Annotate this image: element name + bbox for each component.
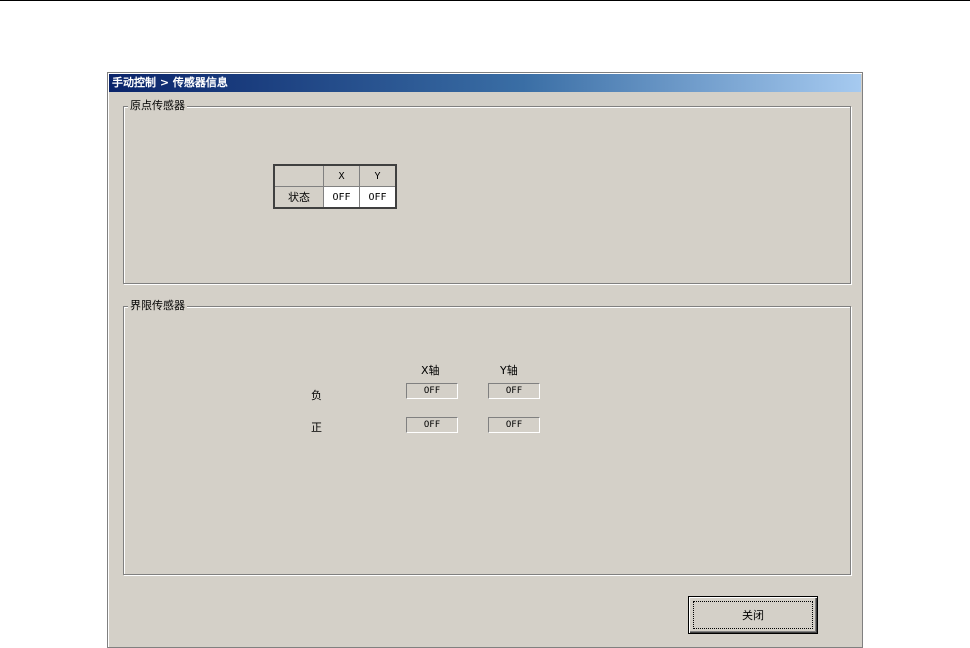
origin-sensor-table: X Y 状态 OFF OFF: [273, 164, 397, 209]
positive-label: 正: [311, 421, 322, 434]
x-axis-header: X轴: [421, 364, 440, 377]
window-title: 手动控制 > 传感器信息: [109, 74, 861, 92]
negative-x-indicator: OFF: [406, 383, 458, 399]
origin-sensor-group-label: 原点传感器: [128, 99, 187, 113]
top-divider: [0, 0, 970, 1]
positive-x-indicator: OFF: [406, 417, 458, 433]
sensor-info-window: 手动控制 > 传感器信息 原点传感器 X Y 状态 OFF OFF 界限传感器 …: [107, 72, 863, 648]
table-header-row: X Y: [273, 164, 397, 187]
origin-x-status: OFF: [323, 186, 360, 209]
origin-sensor-group: 原点传感器 X Y 状态 OFF OFF: [123, 99, 851, 284]
close-button-label: 关闭: [693, 601, 813, 629]
limit-sensor-group: 界限传感器 X轴 Y轴 负 OFF OFF 正 OFF OFF: [123, 299, 851, 575]
negative-label: 负: [311, 389, 322, 402]
positive-y-indicator: OFF: [488, 417, 540, 433]
table-row: 状态 OFF OFF: [273, 186, 397, 209]
negative-y-indicator: OFF: [488, 383, 540, 399]
close-button[interactable]: 关闭: [688, 596, 818, 634]
row-header-status: 状态: [273, 186, 324, 209]
table-corner-cell: [273, 164, 324, 187]
y-axis-header: Y轴: [500, 364, 518, 377]
column-header-y: Y: [359, 164, 397, 187]
origin-y-status: OFF: [359, 186, 397, 209]
limit-sensor-group-label: 界限传感器: [128, 299, 187, 313]
column-header-x: X: [323, 164, 360, 187]
